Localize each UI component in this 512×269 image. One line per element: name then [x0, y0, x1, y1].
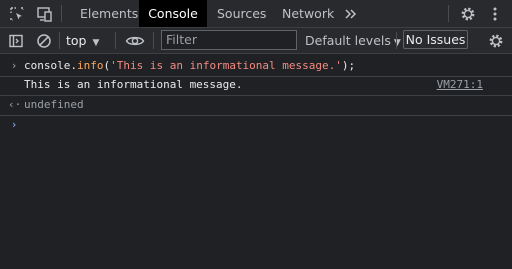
console-result: undefined: [24, 98, 84, 111]
log-levels-label: Default levels: [305, 33, 391, 48]
chevron-down-icon: ▼: [393, 38, 401, 48]
command-paren-close: );: [341, 59, 356, 72]
toolbar-divider: [59, 32, 60, 49]
tab-sources[interactable]: Sources: [208, 0, 275, 27]
eye-icon[interactable]: [122, 28, 148, 53]
toolbar-divider: [396, 32, 397, 49]
source-link[interactable]: VM271:1: [437, 77, 483, 93]
context-selector[interactable]: top ▼: [66, 28, 99, 53]
filter-input[interactable]: Filter: [161, 30, 297, 50]
inspect-icon[interactable]: [4, 0, 30, 27]
console-input-row: › console.info('This is an informational…: [0, 57, 512, 77]
more-options-icon[interactable]: [482, 0, 508, 27]
tabbar-divider: [61, 5, 62, 22]
more-tabs-icon[interactable]: [338, 0, 364, 27]
toolbar-divider: [153, 32, 154, 49]
console-result-row: ‹· undefined: [0, 96, 512, 116]
context-label: top: [66, 33, 87, 48]
console-prompt-row[interactable]: ›: [0, 116, 512, 134]
devtools-tabbar: Elements Console Sources Network: [0, 0, 512, 28]
tab-console[interactable]: Console: [139, 0, 207, 27]
chevron-down-icon: ▼: [92, 38, 100, 48]
issues-button[interactable]: No Issues: [403, 30, 468, 49]
result-arrow-icon: ‹·: [8, 98, 22, 111]
command-object: console: [24, 59, 71, 72]
log-levels-dropdown[interactable]: Default levels ▼: [305, 28, 401, 53]
settings-icon[interactable]: [455, 0, 481, 27]
command-method: info: [76, 59, 104, 72]
command-argument: 'This is an informational message.': [110, 59, 342, 72]
console-message: This is an informational message.: [24, 78, 243, 91]
console-message-row: This is an informational message. VM271:…: [0, 77, 512, 96]
console-toolbar: top ▼ Filter Default levels ▼ No Issues: [0, 28, 512, 54]
input-chevron-icon: ›: [10, 59, 18, 72]
toolbar-divider: [115, 32, 116, 49]
device-toggle-icon[interactable]: [32, 0, 58, 27]
console-settings-icon[interactable]: [484, 28, 508, 53]
tabbar-divider: [448, 5, 449, 22]
clear-console-icon[interactable]: [32, 28, 56, 53]
tab-network[interactable]: Network: [273, 0, 343, 27]
tab-elements[interactable]: Elements: [71, 0, 147, 27]
sidebar-toggle-icon[interactable]: [4, 28, 28, 53]
prompt-chevron-icon: ›: [10, 118, 18, 131]
console-command[interactable]: console.info('This is an informational m…: [24, 57, 355, 74]
command-dot: .: [70, 59, 77, 72]
